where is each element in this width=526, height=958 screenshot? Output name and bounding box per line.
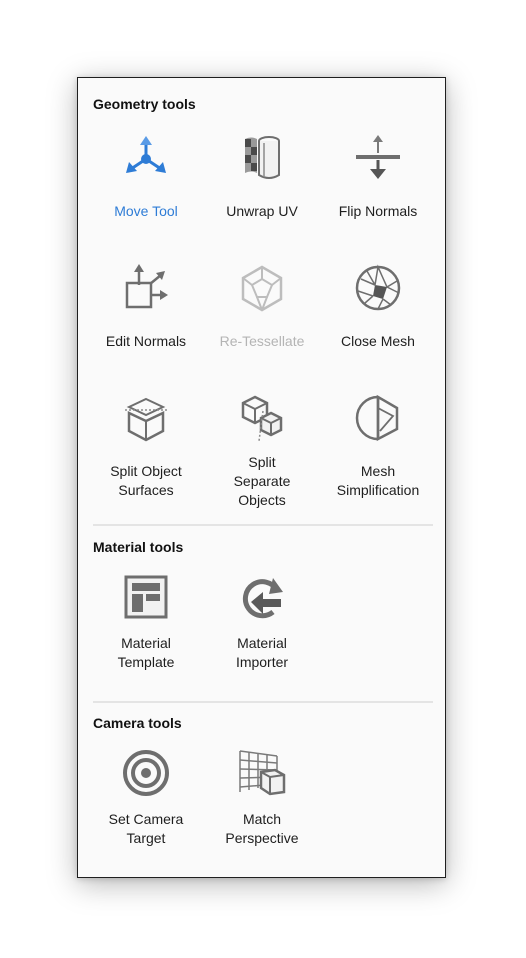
material-importer-icon (237, 572, 287, 622)
tools-panel: Geometry tools Move Tool Unwrap UV Flip … (77, 77, 446, 878)
material-template-icon (121, 572, 171, 622)
mesh-simplification-icon (353, 393, 403, 443)
tool-label: Move Tool (114, 203, 178, 219)
tool-label: Close Mesh (341, 333, 415, 349)
tool-label: Split Object Surfaces (110, 463, 182, 498)
tool-label: Mesh Simplification (336, 463, 420, 498)
unwrap-uv-icon (237, 133, 287, 183)
match-perspective-icon (237, 748, 287, 798)
tool-label: Unwrap UV (226, 203, 298, 219)
section-divider (93, 701, 433, 703)
split-surfaces-icon (121, 393, 171, 443)
tool-label: Re-Tessellate (219, 333, 305, 349)
tool-label: Material Importer (235, 635, 289, 670)
tool-label: Match Perspective (225, 811, 299, 846)
camera-tools-title: Camera tools (93, 715, 182, 731)
tool-label: Flip Normals (338, 203, 418, 219)
tool-label: Edit Normals (105, 333, 187, 349)
tool-label: Material Template (117, 635, 175, 670)
material-tools-title: Material tools (93, 539, 184, 555)
tool-label: Split Separate Objects (233, 454, 291, 508)
section-divider (93, 524, 433, 526)
tool-label: Set Camera Target (108, 811, 184, 846)
edit-normals-icon (121, 263, 171, 313)
retessellate-icon (237, 263, 287, 313)
split-objects-icon (237, 393, 287, 443)
geometry-tools-title: Geometry tools (93, 96, 196, 112)
move-gizmo-icon (121, 133, 171, 183)
camera-target-icon (121, 748, 171, 798)
flip-normals-icon (353, 133, 403, 183)
close-mesh-icon (353, 263, 403, 313)
